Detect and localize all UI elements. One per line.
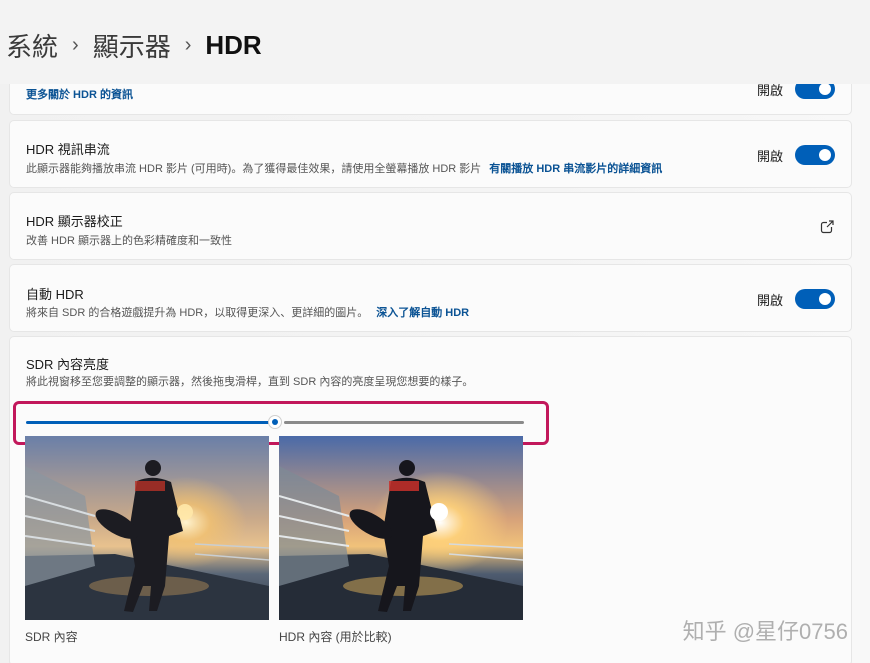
auto-hdr-title: 自動 HDR (26, 287, 84, 302)
slider-track-fill (26, 421, 273, 424)
hdr-card-partial: 更多關於 HDR 的資訊 開啟 (9, 84, 852, 115)
sdr-preview-image (25, 436, 269, 620)
hdr-calibration-title: HDR 顯示器校正 (26, 214, 123, 229)
breadcrumb-system[interactable]: 系統 (6, 27, 58, 64)
auto-hdr-desc: 將來自 SDR 的合格遊戲提升為 HDR，以取得更深入、更詳細的圖片。 (26, 307, 369, 319)
hdr-streaming-card: HDR 視訊串流 此顯示器能夠播放串流 HDR 影片 (可用時)。為了獲得最佳效… (9, 120, 852, 188)
settings-content: 更多關於 HDR 的資訊 開啟 HDR 視訊串流 此顯示器能夠播放串流 HDR … (0, 84, 870, 663)
slider-thumb[interactable] (268, 415, 282, 429)
hdr-streaming-desc: 此顯示器能夠播放串流 HDR 影片 (可用時)。為了獲得最佳效果，請使用全螢幕播… (26, 163, 482, 175)
chevron-right-icon: › (72, 33, 79, 56)
hdr-streaming-link[interactable]: 有關播放 HDR 串流影片的詳細資訊 (489, 163, 662, 175)
breadcrumb-display[interactable]: 顯示器 (93, 27, 171, 64)
hdr-preview-image (279, 436, 523, 620)
sdr-caption: SDR 內容 (25, 630, 78, 644)
toggle-state-label: 開啟 (756, 292, 783, 308)
slider-track[interactable] (284, 421, 524, 424)
hdr-streaming-title: HDR 視訊串流 (26, 142, 110, 157)
auto-hdr-link[interactable]: 深入了解自動 HDR (376, 307, 469, 319)
toggle-state-label: 開啟 (756, 84, 783, 98)
chevron-right-icon: › (184, 33, 192, 56)
page-title: HDR (205, 29, 262, 60)
auto-hdr-toggle[interactable] (795, 289, 835, 309)
more-hdr-info-link[interactable]: 更多關於 HDR 的資訊 (26, 89, 133, 101)
auto-hdr-card: 自動 HDR 將來自 SDR 的合格遊戲提升為 HDR，以取得更深入、更詳細的圖… (9, 264, 852, 332)
watermark: 知乎 @星仔0756 (682, 619, 848, 644)
toggle-state-label: 開啟 (756, 148, 783, 164)
hdr-calibration-desc: 改善 HDR 顯示器上的色彩精確度和一致性 (26, 235, 232, 247)
hdr-caption: HDR 內容 (用於比較) (279, 630, 392, 644)
hdr-calibration-card[interactable]: HDR 顯示器校正 改善 HDR 顯示器上的色彩精確度和一致性 (9, 192, 852, 260)
hdr-streaming-toggle[interactable] (795, 145, 835, 165)
sdr-brightness-title: SDR 內容亮度 (26, 357, 110, 372)
hdr-toggle[interactable] (795, 84, 835, 99)
sdr-brightness-desc: 將此視窗移至您要調整的顯示器，然後拖曳滑桿，直到 SDR 內容的亮度呈現您想要的… (26, 376, 474, 388)
breadcrumb: 系統 › 顯示器 › HDR (0, 0, 870, 84)
external-link-icon[interactable] (819, 219, 835, 235)
